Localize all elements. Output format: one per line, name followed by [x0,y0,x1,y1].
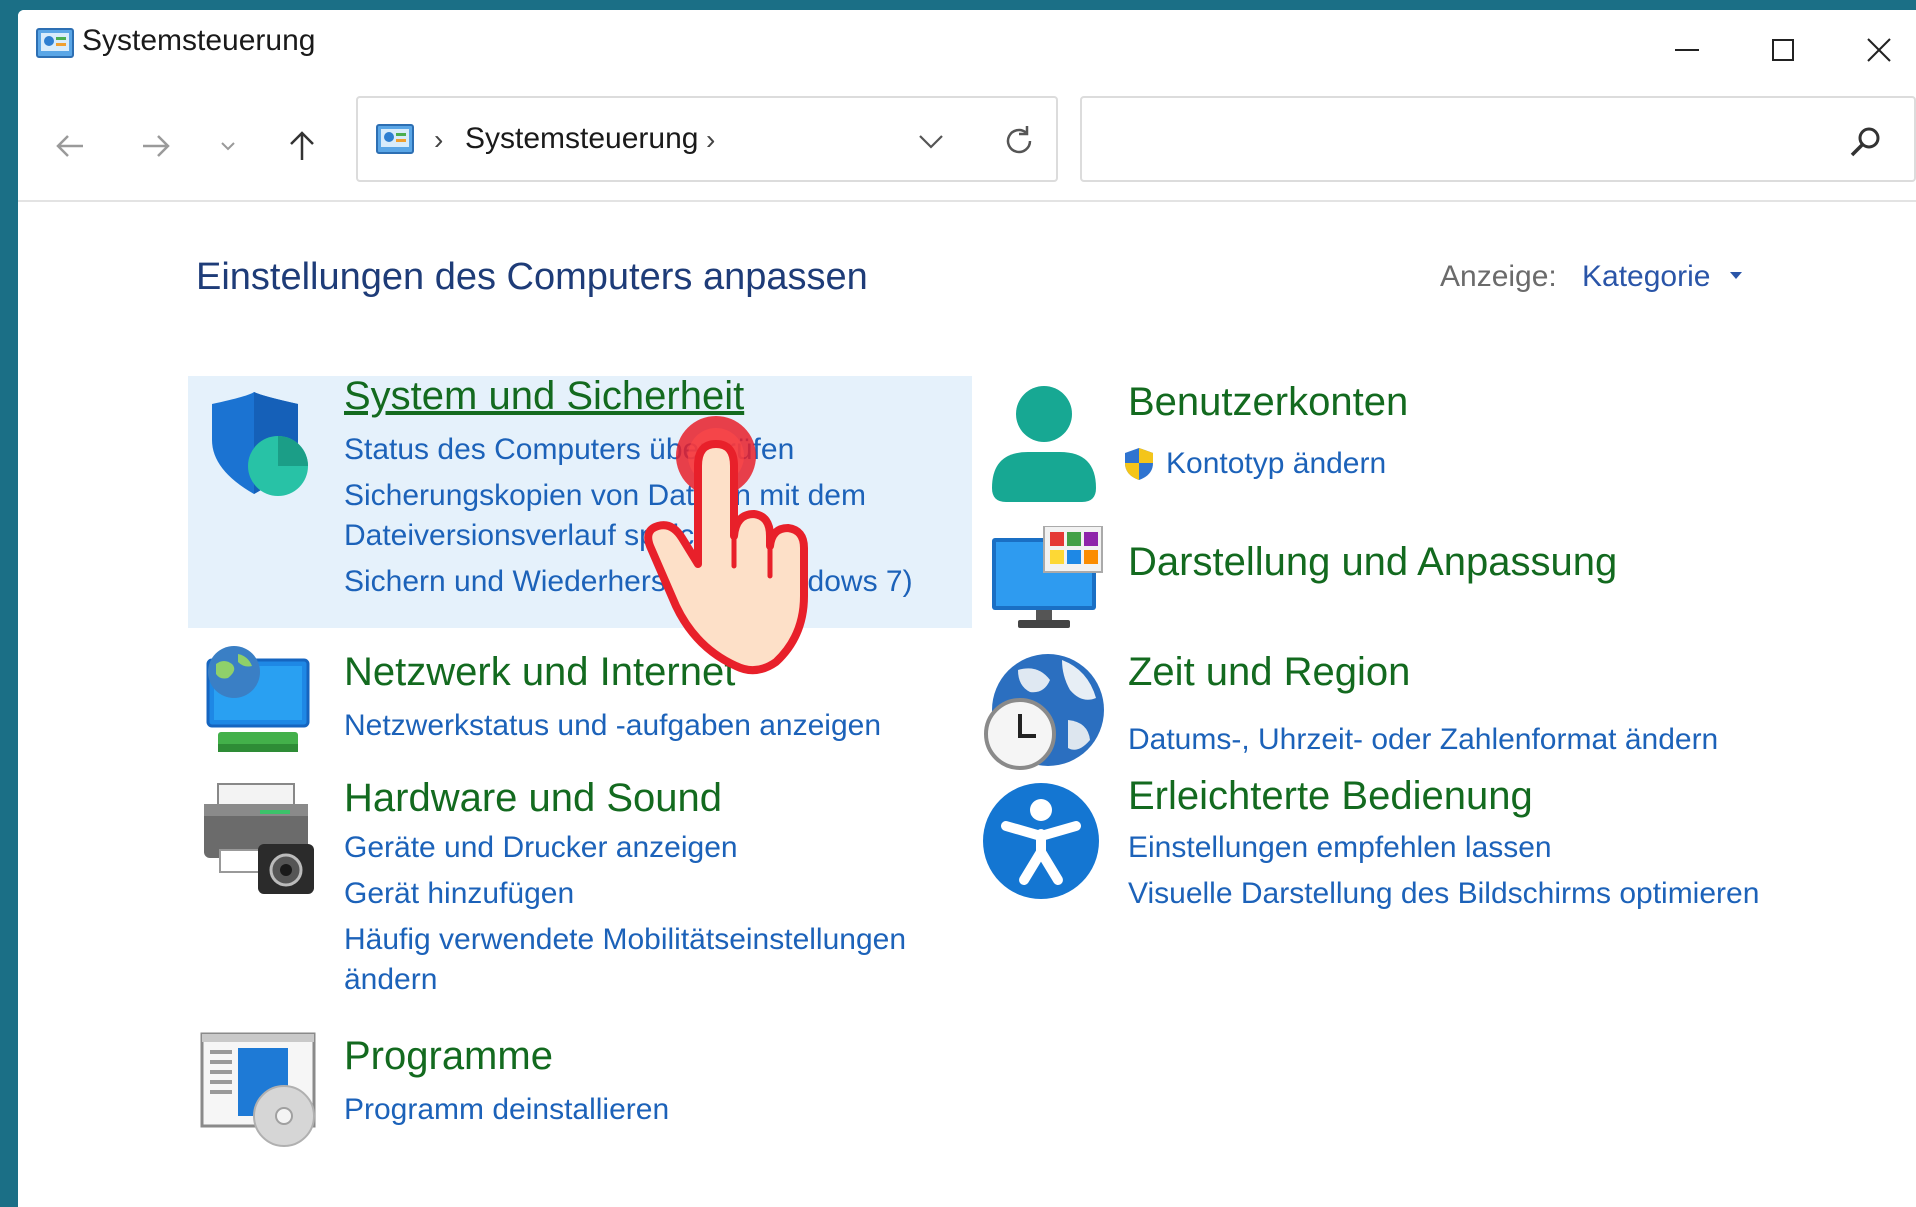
link-recommend-settings[interactable]: Einstellungen empfehlen lassen [1128,828,1552,868]
address-dropdown-button[interactable] [908,118,954,164]
link-mobility-settings-1[interactable]: Häufig verwendete Mobilitätseinstellunge… [344,920,906,960]
up-button[interactable] [274,118,330,174]
refresh-icon [1006,126,1032,154]
category-title-programs[interactable]: Programme [344,1034,553,1079]
arrow-right-icon [143,135,170,157]
page-title: Einstellungen des Computers anpassen [196,256,868,298]
close-button[interactable] [1824,10,1916,90]
back-button[interactable] [42,118,98,174]
maximize-icon [1772,39,1794,61]
search-input[interactable] [1094,112,1814,168]
link-devices-printers[interactable]: Geräte und Drucker anzeigen [344,828,738,868]
link-uninstall-program[interactable]: Programm deinstallieren [344,1090,669,1130]
minimize-icon [1675,49,1699,51]
search-box[interactable] [1080,96,1916,182]
search-icon[interactable] [1846,122,1886,162]
link-add-device[interactable]: Gerät hinzufügen [344,874,574,914]
maximize-button[interactable] [1728,10,1838,90]
close-icon [1867,38,1891,62]
link-change-account-type[interactable]: Kontotyp ändern [1166,444,1386,484]
network-monitor-icon [206,646,310,752]
link-network-status[interactable]: Netzwerkstatus und -aufgaben anzeigen [344,706,881,746]
window-title: Systemsteuerung [82,24,316,57]
shield-icon [212,392,308,496]
control-panel-icon [376,124,414,154]
category-title-appearance[interactable]: Darstellung und Anpassung [1128,540,1617,585]
arrow-up-icon [290,131,314,160]
breadcrumb-separator[interactable]: › [434,124,443,156]
link-date-format[interactable]: Datums-, Uhrzeit- oder Zahlenformat ände… [1128,720,1718,760]
category-title-hardware[interactable]: Hardware und Sound [344,776,722,821]
category-title-region[interactable]: Zeit und Region [1128,650,1410,695]
uac-shield-icon [1125,448,1153,480]
recent-locations-button[interactable] [200,118,256,174]
link-mobility-settings-2[interactable]: ändern [344,960,437,1000]
link-backup-restore[interactable]: Sichern und Wiederherstellen (Windows 7) [344,562,913,602]
control-panel-window: Systemsteuerung › Systemsteuerung › Eins… [18,10,1916,1207]
title-bar: Systemsteuerung [18,10,1916,90]
chevron-down-icon [919,135,943,149]
forward-button[interactable] [128,118,184,174]
breadcrumb-systemsteuerung[interactable]: Systemsteuerung [465,122,698,156]
link-optimize-display[interactable]: Visuelle Darstellung des Bildschirms opt… [1128,874,1759,914]
hand-pointer-icon [644,416,808,675]
caret-down-icon[interactable] [1730,272,1742,279]
breadcrumb-separator[interactable]: › [706,124,715,156]
user-icon [992,386,1096,502]
control-panel-icon [36,28,74,58]
view-label: Anzeige: [1440,260,1557,293]
view-mode-dropdown[interactable]: Kategorie [1582,260,1710,294]
minimize-button[interactable] [1632,10,1742,90]
display-icon [992,526,1103,628]
category-title-accessibility[interactable]: Erleichterte Bedienung [1128,774,1533,819]
programs-icon [200,1032,316,1147]
accessibility-icon [983,783,1099,899]
arrow-left-icon [56,135,83,157]
address-bar[interactable]: › Systemsteuerung › [356,96,1058,182]
category-title-accounts[interactable]: Benutzerkonten [1128,380,1408,425]
printer-icon [204,783,314,894]
refresh-button[interactable] [994,116,1044,166]
globe-clock-icon [984,654,1104,770]
chevron-down-icon [221,142,235,151]
